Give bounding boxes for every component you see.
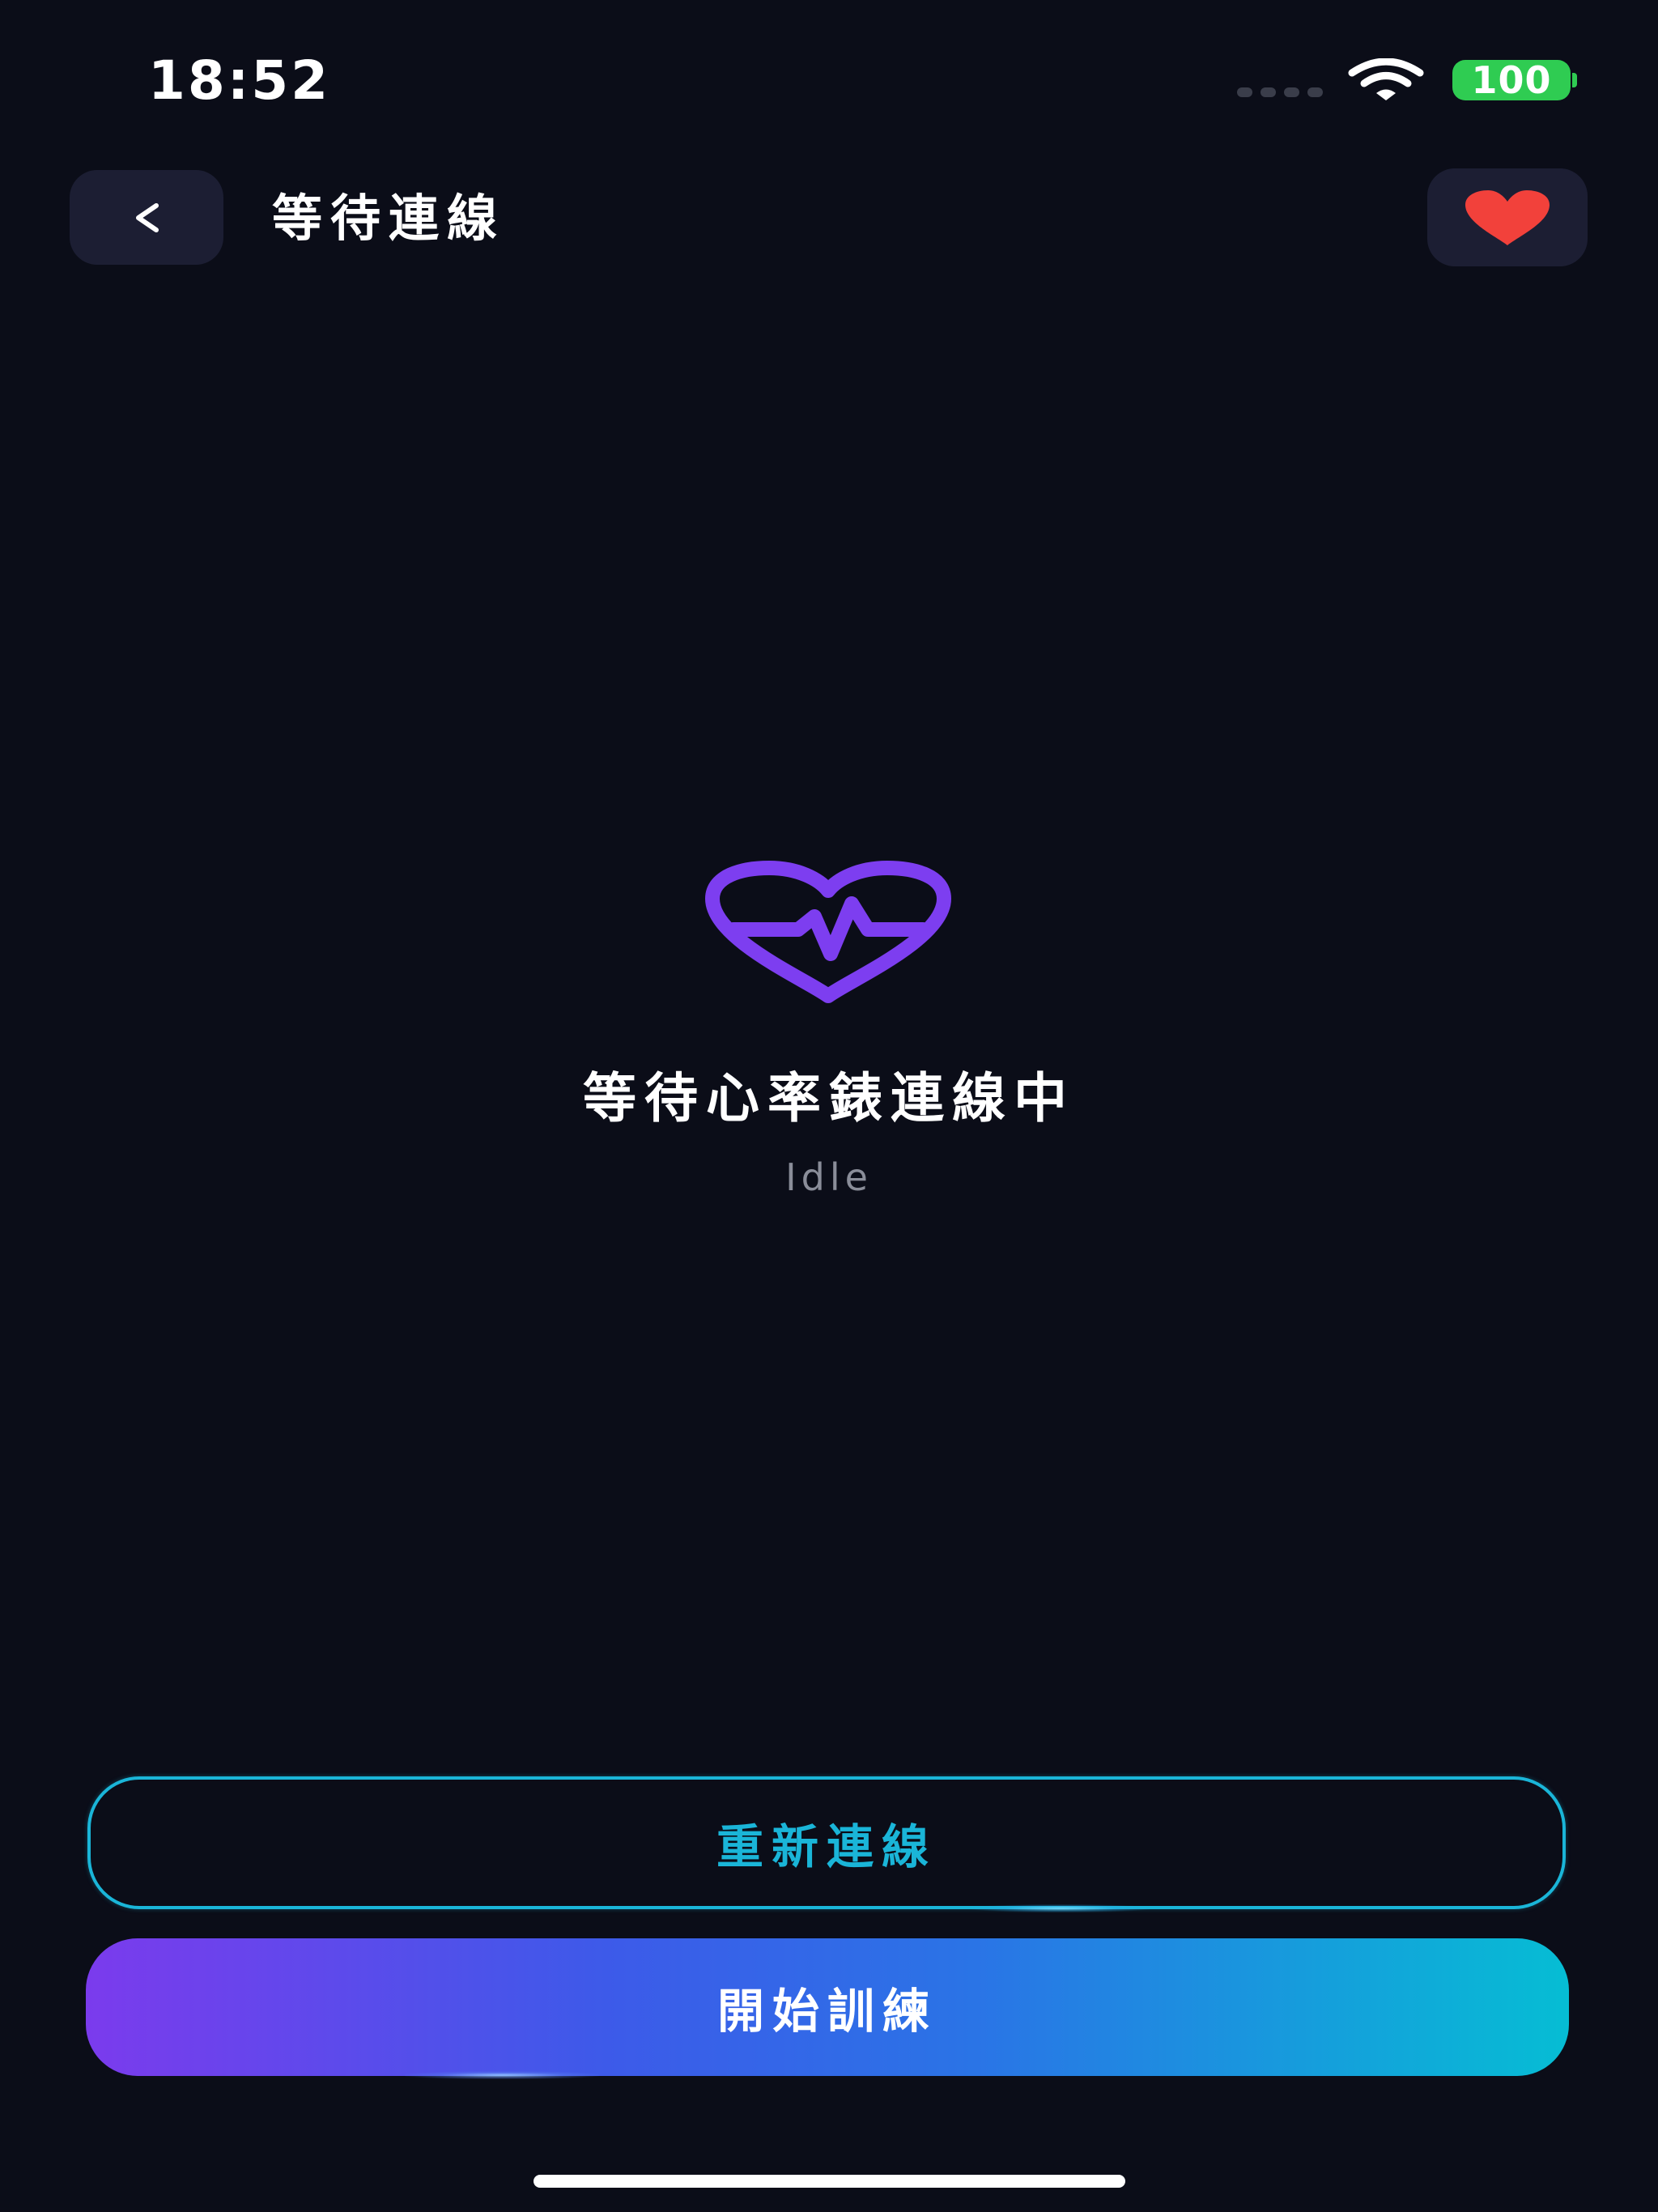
wifi-icon [1348, 58, 1424, 100]
connection-status-title: 等待心率錶連線中 [583, 1067, 1075, 1129]
chevron-left-icon [136, 202, 159, 232]
heart-icon [1465, 189, 1550, 245]
start-training-label: 開始訓練 [716, 1984, 937, 2039]
connection-status-subtitle: Idle [785, 1155, 873, 1199]
page-title: 等待連線 [272, 189, 506, 248]
signal-bars-icon [1237, 87, 1323, 99]
battery-indicator: 100 [1452, 60, 1571, 100]
heart-pulse-icon [705, 861, 951, 1003]
battery-tip [1572, 73, 1577, 87]
reconnect-button[interactable]: 重新連線 [87, 1776, 1566, 1909]
back-button[interactable] [70, 170, 223, 265]
start-glow [405, 2071, 599, 2079]
status-time: 18:52 [148, 49, 331, 112]
reconnect-glow [971, 1904, 1150, 1912]
home-indicator[interactable] [534, 2175, 1125, 2188]
reconnect-label: 重新連線 [716, 1819, 937, 1874]
heart-rate-button[interactable] [1427, 168, 1588, 266]
start-training-button[interactable]: 開始訓練 [86, 1938, 1569, 2076]
connection-screen: 18:52 100 等待連線 等待心率錶連線中 Idle 重新連線 開始訓練 [0, 0, 1658, 2212]
